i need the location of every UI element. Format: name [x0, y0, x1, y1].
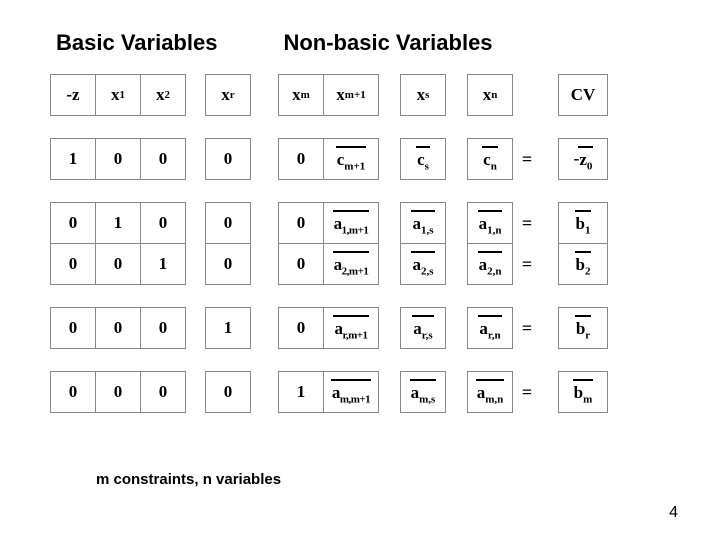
page-number: 4: [669, 504, 678, 522]
cell: a1,s: [400, 202, 446, 244]
rhs: br: [558, 307, 608, 349]
col-x2: x2: [140, 74, 186, 116]
cell: 1: [95, 202, 141, 244]
equals-sign: =: [512, 371, 542, 413]
cell: 0: [50, 307, 96, 349]
col-xm1: xm+1: [323, 74, 379, 116]
tableau-wrap: Basic Variables Non-basic Variables -z x…: [50, 30, 670, 413]
cell: 0: [95, 243, 141, 285]
cell: ar,s: [400, 307, 446, 349]
cell: 0: [95, 371, 141, 413]
tableau-grid: -z x1 x2 xr xm xm+1 xs xn CV 1 0 0 0 0: [50, 74, 670, 413]
cell: a1,m+1: [323, 202, 379, 244]
rhs: b2: [558, 243, 608, 285]
col-xr: xr: [205, 74, 251, 116]
cell: 0: [278, 243, 324, 285]
cell: 0: [50, 243, 96, 285]
col-xs: xs: [400, 74, 446, 116]
cell: 0: [95, 307, 141, 349]
cell: 1: [278, 371, 324, 413]
col-xm: xm: [278, 74, 324, 116]
rhs: bm: [558, 371, 608, 413]
cell: a1,n: [467, 202, 513, 244]
col-cv: CV: [558, 74, 608, 116]
rhs: b1: [558, 202, 608, 244]
title-basic: Basic Variables: [56, 30, 217, 56]
cell: cn: [467, 138, 513, 180]
cell: 0: [205, 202, 251, 244]
cell: 0: [205, 371, 251, 413]
cell: 0: [95, 138, 141, 180]
constraint-row: 0 1 0 0 0 a1,m+1 a1,s a1,n = b1: [50, 202, 670, 244]
cost-row: 1 0 0 0 0 cm+1 cs cn = - z0: [50, 138, 670, 180]
equals-sign: =: [512, 138, 542, 180]
cell: 1: [50, 138, 96, 180]
cell: 0: [140, 202, 186, 244]
equals-sign: =: [512, 307, 542, 349]
title-nonbasic: Non-basic Variables: [283, 30, 492, 56]
cell: 0: [140, 138, 186, 180]
header-row: -z x1 x2 xr xm xm+1 xs xn CV: [50, 74, 670, 116]
cell: 1: [205, 307, 251, 349]
cell: a2,m+1: [323, 243, 379, 285]
cell: 0: [205, 138, 251, 180]
cell: 0: [278, 307, 324, 349]
cell: 0: [140, 371, 186, 413]
titles: Basic Variables Non-basic Variables: [50, 30, 670, 56]
cell: 0: [50, 371, 96, 413]
cell: 1: [140, 243, 186, 285]
cell: 0: [278, 202, 324, 244]
equals-sign: =: [512, 243, 542, 285]
col-z: -z: [50, 74, 96, 116]
col-x1: x1: [95, 74, 141, 116]
equals-sign: =: [512, 202, 542, 244]
constraint-row: 0 0 0 1 0 ar,m+1 ar,s ar,n = br: [50, 307, 670, 349]
col-xn: xn: [467, 74, 513, 116]
cell: a2,n: [467, 243, 513, 285]
cell: cs: [400, 138, 446, 180]
constraint-row: 0 0 1 0 0 a2,m+1 a2,s a2,n = b2: [50, 243, 670, 285]
cell: am,s: [400, 371, 446, 413]
cell: am,m+1: [323, 371, 379, 413]
rhs: - z0: [558, 138, 608, 180]
cell: am,n: [467, 371, 513, 413]
cell: cm+1: [323, 138, 379, 180]
cell: a2,s: [400, 243, 446, 285]
cell: 0: [278, 138, 324, 180]
cell: 0: [140, 307, 186, 349]
cell: ar,m+1: [323, 307, 379, 349]
cell: 0: [205, 243, 251, 285]
cell: 0: [50, 202, 96, 244]
cell: ar,n: [467, 307, 513, 349]
constraint-row: 0 0 0 0 1 am,m+1 am,s am,n = bm: [50, 371, 670, 413]
footer-note: m constraints, n variables: [96, 471, 281, 488]
